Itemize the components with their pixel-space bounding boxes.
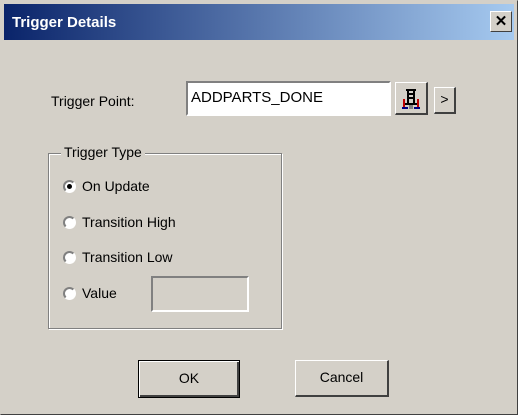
radio-transition-low-label: Transition Low (82, 249, 173, 265)
close-button[interactable]: ✕ (490, 11, 512, 32)
trigger-point-field[interactable]: ADDPARTS_DONE (186, 81, 391, 116)
ok-label: OK (178, 370, 200, 386)
trigger-type-legend: Trigger Type (61, 144, 145, 160)
value-field[interactable] (151, 276, 249, 312)
cancel-label: Cancel (319, 369, 364, 385)
trigger-point-arrow-button[interactable]: > (434, 87, 456, 114)
radio-transition-low-indicator[interactable] (63, 251, 76, 264)
trigger-details-dialog: Trigger Details ✕ Trigger Point: ADDPART… (0, 0, 518, 415)
trigger-point-value: ADDPARTS_DONE (191, 89, 323, 106)
close-icon: ✕ (494, 13, 508, 30)
tag-browse-icon (402, 89, 420, 109)
radio-transition-high-label: Transition High (82, 214, 176, 230)
title-bar[interactable]: Trigger Details ✕ (4, 4, 514, 40)
radio-transition-high-indicator[interactable] (63, 216, 76, 229)
window-title: Trigger Details (12, 14, 117, 31)
radio-selected-dot (67, 184, 72, 189)
radio-value-indicator[interactable] (63, 287, 76, 300)
radio-on-update-label: On Update (82, 178, 150, 194)
ok-button[interactable]: OK (138, 360, 240, 398)
trigger-point-label: Trigger Point: (51, 93, 135, 109)
cancel-button[interactable]: Cancel (295, 360, 389, 397)
radio-on-update-indicator[interactable] (63, 180, 76, 193)
radio-value-label: Value (82, 285, 117, 301)
browse-tag-button[interactable] (395, 82, 428, 115)
arrow-label: > (440, 91, 449, 107)
